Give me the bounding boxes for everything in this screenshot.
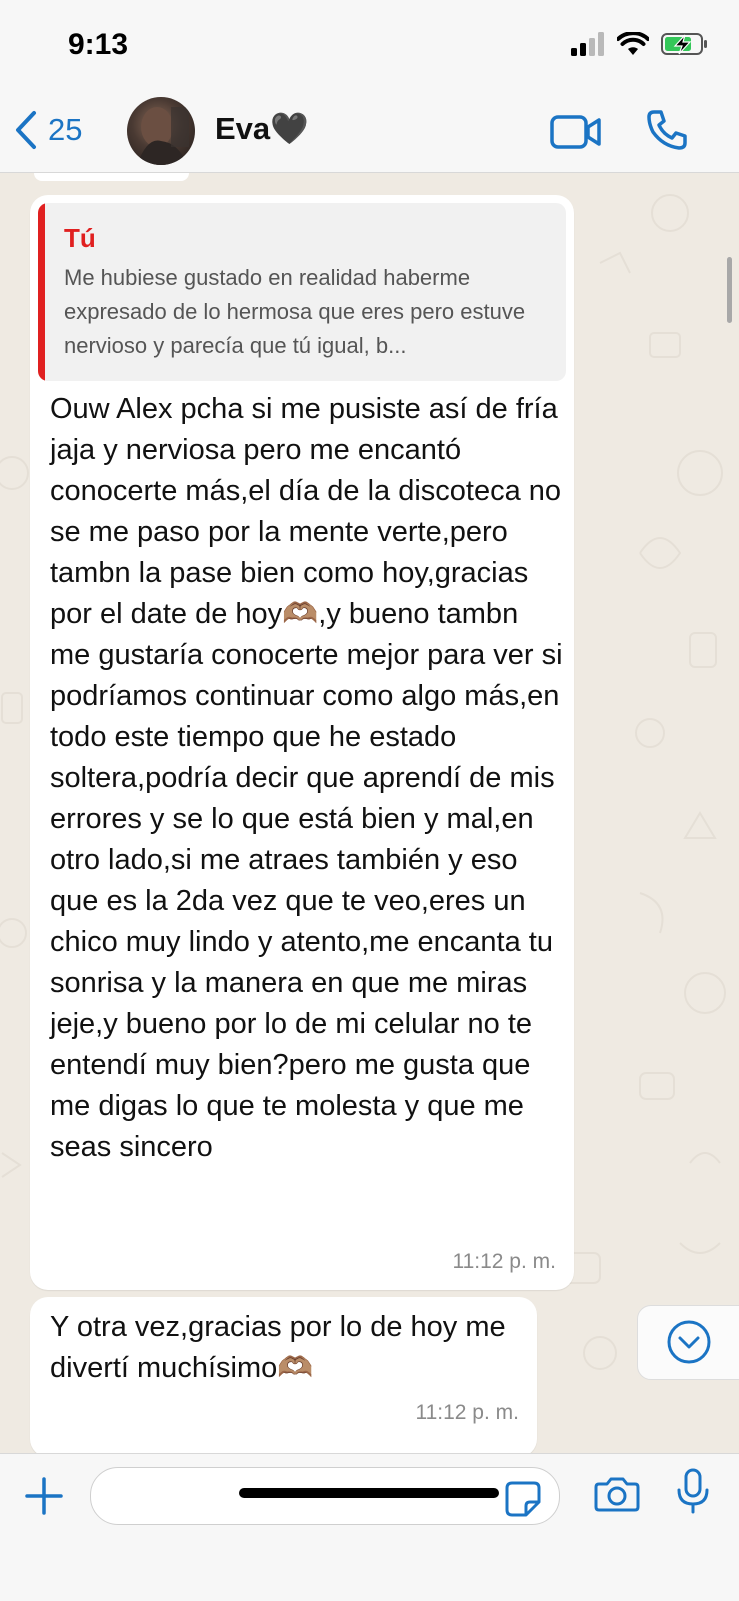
message-text: Y otra vez,gracias por lo de hoy me dive… — [50, 1311, 506, 1384]
camera-button[interactable] — [594, 1476, 640, 1517]
camera-icon — [594, 1477, 640, 1512]
battery-charging-icon — [661, 33, 707, 55]
sticker-button[interactable] — [504, 1480, 542, 1523]
quoted-message[interactable]: Tú Me hubiese gustado en realidad haberm… — [38, 203, 566, 381]
message-bubble[interactable]: Y otra vez,gracias por lo de hoy me dive… — [30, 1297, 537, 1453]
sticker-icon — [505, 1481, 541, 1517]
scrollbar-thumb[interactable] — [727, 257, 732, 323]
chat-area[interactable]: Tú Me hubiese gustado en realidad haberm… — [0, 173, 739, 1453]
phone-icon — [647, 110, 687, 150]
voice-note-button[interactable] — [676, 1468, 710, 1521]
status-time: 9:13 — [68, 28, 129, 61]
unread-count: 25 — [48, 112, 83, 147]
previous-message-bubble — [34, 173, 189, 181]
message-bubble[interactable]: Tú Me hubiese gustado en realidad haberm… — [30, 195, 574, 1290]
home-indicator[interactable] — [239, 1488, 499, 1498]
quote-author: Tú — [64, 223, 96, 253]
plus-icon — [25, 1477, 63, 1515]
chat-header: 25 Eva🖤 — [0, 92, 739, 173]
chevron-left-icon — [16, 111, 36, 149]
signal-icon — [571, 32, 604, 56]
quote-accent-bar — [38, 203, 45, 381]
message-text: Ouw Alex pcha si me pusiste así de fría … — [50, 393, 563, 1163]
composer-bar — [0, 1453, 739, 1601]
video-call-button[interactable] — [550, 114, 602, 155]
video-camera-icon — [550, 115, 601, 149]
avatar[interactable] — [127, 97, 195, 165]
voice-call-button[interactable] — [645, 108, 689, 157]
scroll-to-bottom-button[interactable] — [637, 1305, 739, 1380]
microphone-icon — [677, 1468, 709, 1514]
chevron-down-circle-icon — [667, 1320, 711, 1364]
status-icons — [571, 32, 709, 56]
status-bar: 9:13 — [0, 0, 739, 92]
back-button[interactable]: 25 — [14, 110, 82, 150]
wifi-icon — [617, 32, 649, 55]
contact-name[interactable]: Eva🖤 — [215, 110, 309, 147]
quote-text: Me hubiese gustado en realidad haberme e… — [64, 265, 526, 358]
avatar-image — [137, 107, 189, 165]
message-time: 11:12 p. m. — [452, 1250, 556, 1273]
attach-button[interactable] — [24, 1476, 64, 1521]
message-time: 11:12 p. m. — [415, 1401, 519, 1424]
